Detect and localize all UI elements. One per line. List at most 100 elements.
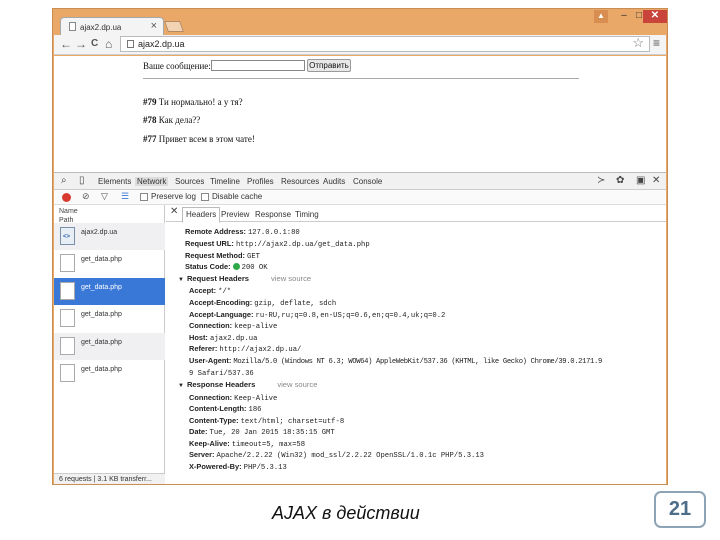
tab-headers[interactable]: Headers <box>182 207 221 223</box>
tab-close-icon[interactable]: × <box>151 20 157 32</box>
close-detail-icon[interactable]: ✕ <box>170 206 178 217</box>
browser-window: ajax2.dp.ua × ▲ – □ ✕ ← → C ⌂ ajax2.dp.u… <box>52 8 668 485</box>
back-icon[interactable]: ← <box>60 37 72 51</box>
chat-message: #79 Ти нормально! а у тя? <box>143 97 243 107</box>
console-drawer-icon[interactable]: ≻ <box>597 175 605 186</box>
header-line: Host: ajax2.dp.ua <box>189 333 257 343</box>
header-value: Apache/2.2.22 (Win32) mod_ssl/2.2.22 Ope… <box>216 452 484 460</box>
header-key: Connection: <box>189 321 233 330</box>
preserve-log-checkbox[interactable] <box>140 193 148 201</box>
page-icon <box>127 40 134 48</box>
header-value: http://ajax2.dp.ua/ <box>219 346 302 354</box>
column-name: Name <box>59 208 78 215</box>
request-name: get_data.php <box>81 366 122 373</box>
header-line: Request Method: GET <box>185 251 260 261</box>
close-devtools-icon[interactable]: ✕ <box>652 175 660 186</box>
view-source-link[interactable]: view source <box>271 274 311 283</box>
title-bar: ajax2.dp.ua × ▲ – □ ✕ <box>53 9 667 35</box>
close-window-button[interactable]: ✕ <box>643 10 667 23</box>
tab-sources[interactable]: Sources <box>175 177 204 186</box>
header-line: Status Code: 200 OK <box>185 262 268 272</box>
tab-elements[interactable]: Elements <box>98 177 131 186</box>
request-detail: ✕ Headers Preview Response Timing Remote… <box>166 205 666 484</box>
tab-profiles[interactable]: Profiles <box>247 177 274 186</box>
settings-gear-icon[interactable]: ✿ <box>616 175 624 186</box>
tab-network[interactable]: Network <box>135 177 169 186</box>
request-row[interactable]: ajax2.dp.ua <box>54 223 165 250</box>
user-icon[interactable]: ▲ <box>594 10 608 23</box>
request-row[interactable]: get_data.php <box>54 360 165 387</box>
header-key: Content-Length: <box>189 404 247 413</box>
header-key: Accept: <box>189 286 217 295</box>
tab-preview[interactable]: Preview <box>221 210 249 219</box>
home-icon[interactable]: ⌂ <box>105 37 112 51</box>
page-icon <box>69 22 76 31</box>
header-line: 9 Safari/537.36 <box>189 368 254 378</box>
browser-toolbar: ← → C ⌂ ajax2.dp.ua ☆ ≡ <box>54 35 666 55</box>
record-icon[interactable] <box>62 193 71 202</box>
request-row[interactable]: get_data.php <box>54 305 165 332</box>
new-tab-button[interactable] <box>163 21 185 32</box>
request-row[interactable]: get_data.php <box>54 250 165 277</box>
request-name: ajax2.dp.ua <box>81 229 118 236</box>
divider <box>143 78 579 79</box>
header-line: Keep-Alive: timeout=5, max=58 <box>189 439 305 449</box>
header-key: Server: <box>189 450 215 459</box>
tab-response[interactable]: Response <box>255 210 291 219</box>
request-headers-section[interactable]: ▼ Request Headers view source <box>178 274 311 283</box>
header-line: Accept-Encoding: gzip, deflate, sdch <box>189 298 336 308</box>
request-row[interactable]: get_data.php <box>54 333 165 360</box>
file-icon <box>60 309 75 327</box>
send-button[interactable]: Отправить <box>307 59 351 72</box>
inspect-icon[interactable]: ⌕ <box>61 175 67 186</box>
address-bar[interactable]: ajax2.dp.ua <box>120 36 650 52</box>
message-id: #77 <box>143 134 157 144</box>
disable-cache-checkbox[interactable] <box>201 193 209 201</box>
reload-icon[interactable]: C <box>91 37 98 51</box>
slide-number: 21 <box>654 491 706 528</box>
dock-icon[interactable]: ▣ <box>636 175 645 186</box>
status-ok-icon <box>232 263 240 270</box>
tab-title: ajax2.dp.ua <box>80 23 122 32</box>
devtools-panel-tabs: ⌕ ▯ Elements Network Sources Timeline Pr… <box>54 173 666 190</box>
tab-timeline[interactable]: Timeline <box>210 177 240 186</box>
header-line: Content-Type: text/html; charset=utf-8 <box>189 416 344 426</box>
message-id: #79 <box>143 97 157 107</box>
list-view-icon[interactable]: ☰ <box>121 191 129 202</box>
request-name: get_data.php <box>81 284 122 291</box>
section-title: Request Headers <box>186 274 249 283</box>
minimize-button[interactable]: – <box>618 10 630 23</box>
device-mode-icon[interactable]: ▯ <box>79 175 85 186</box>
header-value: 200 OK <box>241 264 268 272</box>
message-input[interactable] <box>211 60 305 71</box>
collapse-triangle-icon: ▼ <box>178 277 184 283</box>
message-text: Привет всем в этом чате! <box>156 134 255 144</box>
header-value: Keep-Alive <box>234 395 278 403</box>
header-line: Referer: http://ajax2.dp.ua/ <box>189 344 301 354</box>
header-value: PHP/5.3.13 <box>243 464 287 472</box>
slide: ajax2.dp.ua × ▲ – □ ✕ ← → C ⌂ ajax2.dp.u… <box>0 0 720 540</box>
clear-icon[interactable]: ⊘ <box>82 191 90 202</box>
header-value: keep-alive <box>234 323 278 331</box>
tab-audits[interactable]: Audits <box>323 177 345 186</box>
header-key: Connection: <box>189 393 233 402</box>
view-source-link[interactable]: view source <box>277 380 317 389</box>
forward-icon[interactable]: → <box>75 37 87 51</box>
filter-icon[interactable]: ▽ <box>101 191 108 202</box>
bookmark-star-icon[interactable]: ☆ <box>632 35 644 51</box>
tab-resources[interactable]: Resources <box>281 177 319 186</box>
browser-tab[interactable]: ajax2.dp.ua × <box>60 17 164 35</box>
header-line: Request URL: http://ajax2.dp.ua/get_data… <box>185 239 370 249</box>
header-value: 127.0.0.1:80 <box>247 229 300 237</box>
response-headers-section[interactable]: ▼ Response Headers view source <box>178 380 317 389</box>
page-content: Ваше сообщение: Отправить #79 Ти нормаль… <box>54 56 666 172</box>
header-line: Remote Address: 127.0.0.1:80 <box>185 227 300 237</box>
menu-icon[interactable]: ≡ <box>653 36 660 50</box>
devtools: ⌕ ▯ Elements Network Sources Timeline Pr… <box>54 172 666 484</box>
request-name: get_data.php <box>81 339 122 346</box>
tab-timing[interactable]: Timing <box>295 210 319 219</box>
header-value: 9 Safari/537.36 <box>189 370 254 378</box>
tab-console[interactable]: Console <box>353 177 382 186</box>
request-row[interactable]: get_data.php <box>54 278 165 305</box>
header-line: Accept-Language: ru-RU,ru;q=0.8,en-US;q=… <box>189 310 445 320</box>
